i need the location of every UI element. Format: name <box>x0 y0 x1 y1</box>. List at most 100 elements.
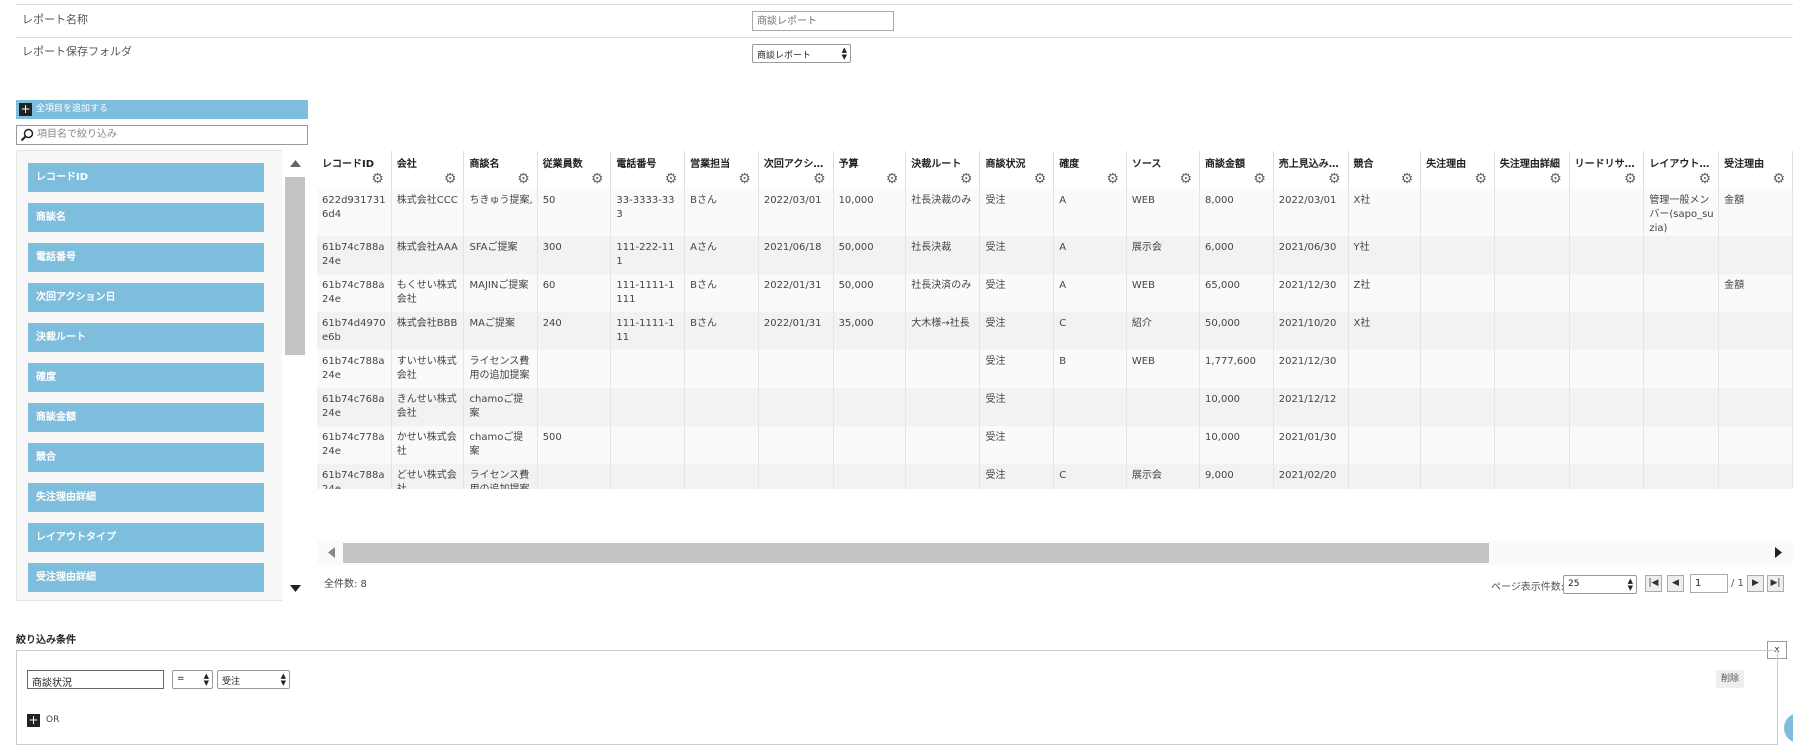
gear-icon[interactable]: ⚙ <box>1699 172 1712 186</box>
table-cell: ライセンス費用の追加提案 <box>463 350 538 388</box>
column-header[interactable]: 営業担当 ⚙ <box>684 151 759 189</box>
table-cell: ライセンス費用の追加提案 <box>463 464 538 489</box>
table-cell <box>1569 274 1645 312</box>
field-item-layout-type[interactable]: レイアウトタイプ <box>28 523 264 552</box>
table-cell <box>537 388 612 426</box>
page-number-input[interactable]: 1 <box>1690 574 1728 593</box>
column-header[interactable]: 次回アクシ… ⚙ <box>758 151 834 189</box>
field-item-record-id[interactable]: レコードID <box>28 163 264 192</box>
gear-icon[interactable]: ⚙ <box>960 172 973 186</box>
field-list-scroll-thumb[interactable] <box>285 177 305 355</box>
column-header[interactable]: 商談名 ⚙ <box>463 151 538 189</box>
gear-icon[interactable]: ⚙ <box>1624 172 1637 186</box>
column-header[interactable]: 競合 ⚙ <box>1348 151 1422 189</box>
next-page-button[interactable]: ▶ <box>1747 575 1764 592</box>
delete-condition-button[interactable]: 削除 <box>1716 670 1744 688</box>
column-header[interactable]: 会社 ⚙ <box>391 151 465 189</box>
gear-icon[interactable]: ⚙ <box>517 172 530 186</box>
field-item-next-action-date[interactable]: 次回アクション日 <box>28 283 264 312</box>
condition-operator-select[interactable]: = ▲ ▼ <box>172 670 213 689</box>
table-cell: 株式会社CCC <box>391 189 465 236</box>
gear-icon[interactable]: ⚙ <box>1328 172 1341 186</box>
table-horizontal-scrollbar[interactable] <box>317 541 1793 565</box>
column-header[interactable]: 決裁ルート ⚙ <box>905 151 981 189</box>
table-cell <box>1494 236 1570 274</box>
scroll-right-icon[interactable] <box>1775 547 1782 558</box>
field-item-won-reason-detail[interactable]: 受注理由詳細 <box>28 563 264 592</box>
gear-icon[interactable]: ⚙ <box>1179 172 1192 186</box>
field-item-phone[interactable]: 電話番号 <box>28 243 264 272</box>
column-header[interactable]: レコードID ⚙ <box>317 151 392 189</box>
table-cell: もくせい株式会社 <box>391 274 465 312</box>
table-cell <box>1053 426 1127 464</box>
table-cell: 111-1111-1111 <box>610 274 686 312</box>
plus-icon[interactable]: + <box>27 714 40 727</box>
field-item-deal-amount[interactable]: 商談金額 <box>28 403 264 432</box>
prev-page-button[interactable]: ◀ <box>1667 575 1684 592</box>
scroll-left-icon[interactable] <box>328 547 335 558</box>
table-cell <box>1420 312 1495 350</box>
table-cell: 33-3333-333 <box>610 189 686 236</box>
table-scroll-thumb[interactable] <box>343 543 1489 563</box>
gear-icon[interactable]: ⚙ <box>738 172 751 186</box>
column-header[interactable]: 予算 ⚙ <box>833 151 907 189</box>
column-header[interactable]: 商談金額 ⚙ <box>1199 151 1274 189</box>
column-header[interactable]: 確度 ⚙ <box>1053 151 1127 189</box>
table-cell <box>1643 274 1720 312</box>
add-all-fields-button[interactable]: + 全項目を追加する <box>16 100 308 119</box>
first-page-icon: |◀ <box>1648 578 1659 588</box>
gear-icon[interactable]: ⚙ <box>813 172 826 186</box>
table-row: 61b74c768a24e きんせい株式会社 chamoご提案 受注 10,000 202… <box>317 388 1793 426</box>
gear-icon[interactable]: ⚙ <box>1034 172 1047 186</box>
column-header[interactable]: 売上見込み… ⚙ <box>1273 151 1349 189</box>
gear-icon[interactable]: ⚙ <box>1401 172 1414 186</box>
table-cell <box>1420 236 1495 274</box>
condition-value-select[interactable]: 受注 ▲ ▼ <box>217 670 290 689</box>
field-filter-placeholder: 項目名で絞り込み <box>37 129 117 140</box>
table-header-row: レコードID ⚙ 会社 ⚙ 商談名 ⚙ 従業員数 ⚙ 電話番号 ⚙ 営業担当 ⚙ 次回アクシ… <box>317 151 1793 189</box>
column-header[interactable]: 従業員数 ⚙ <box>537 151 612 189</box>
column-header[interactable]: 失注理由詳細 ⚙ <box>1494 151 1570 189</box>
last-page-button[interactable]: ▶| <box>1767 575 1784 592</box>
field-filter-input[interactable]: 項目名で絞り込み <box>16 125 308 145</box>
table-cell <box>758 350 834 388</box>
field-item-approval-route[interactable]: 決裁ルート <box>28 323 264 352</box>
gear-icon[interactable]: ⚙ <box>444 172 457 186</box>
first-page-button[interactable]: |◀ <box>1645 575 1662 592</box>
condition-field-input[interactable]: 商談状況 <box>27 670 164 689</box>
table-cell: C <box>1053 312 1127 350</box>
add-or-condition-label[interactable]: OR <box>46 715 59 725</box>
column-header[interactable]: 失注理由 ⚙ <box>1420 151 1495 189</box>
scroll-up-icon[interactable] <box>290 160 301 167</box>
field-item-probability[interactable]: 確度 <box>28 363 264 392</box>
table-cell: 50,000 <box>833 274 907 312</box>
gear-icon[interactable]: ⚙ <box>886 172 899 186</box>
report-name-input[interactable] <box>752 11 894 31</box>
gear-icon[interactable]: ⚙ <box>1549 172 1562 186</box>
table-cell: 受注 <box>979 274 1055 312</box>
column-header[interactable]: リードリサ… ⚙ <box>1569 151 1645 189</box>
column-header[interactable]: ソース ⚙ <box>1126 151 1201 189</box>
table-cell <box>905 350 981 388</box>
field-item-competitor[interactable]: 競合 <box>28 443 264 472</box>
gear-icon[interactable]: ⚙ <box>1474 172 1487 186</box>
gear-icon[interactable]: ⚙ <box>1106 172 1119 186</box>
folder-select[interactable]: 商談レポート ▲ ▼ <box>752 44 851 63</box>
column-header[interactable]: 電話番号 ⚙ <box>610 151 686 189</box>
field-item-lost-reason-detail[interactable]: 失注理由詳細 <box>28 483 264 512</box>
per-page-select[interactable]: 25 ▲ ▼ <box>1563 575 1637 594</box>
gear-icon[interactable]: ⚙ <box>1772 172 1785 186</box>
gear-icon[interactable]: ⚙ <box>371 172 384 186</box>
table-cell: 500 <box>537 426 612 464</box>
scroll-down-icon[interactable] <box>290 585 301 592</box>
column-header[interactable]: 受注理由 ⚙ <box>1718 151 1793 189</box>
table-cell <box>833 464 907 489</box>
field-list-scrollbar[interactable] <box>282 150 308 601</box>
column-header[interactable]: レイアウト… ⚙ <box>1643 151 1720 189</box>
chat-widget-button[interactable] <box>1784 713 1793 743</box>
gear-icon[interactable]: ⚙ <box>591 172 604 186</box>
column-header[interactable]: 商談状況 ⚙ <box>979 151 1055 189</box>
field-item-deal-name[interactable]: 商談名 <box>28 203 264 232</box>
gear-icon[interactable]: ⚙ <box>665 172 678 186</box>
gear-icon[interactable]: ⚙ <box>1253 172 1266 186</box>
